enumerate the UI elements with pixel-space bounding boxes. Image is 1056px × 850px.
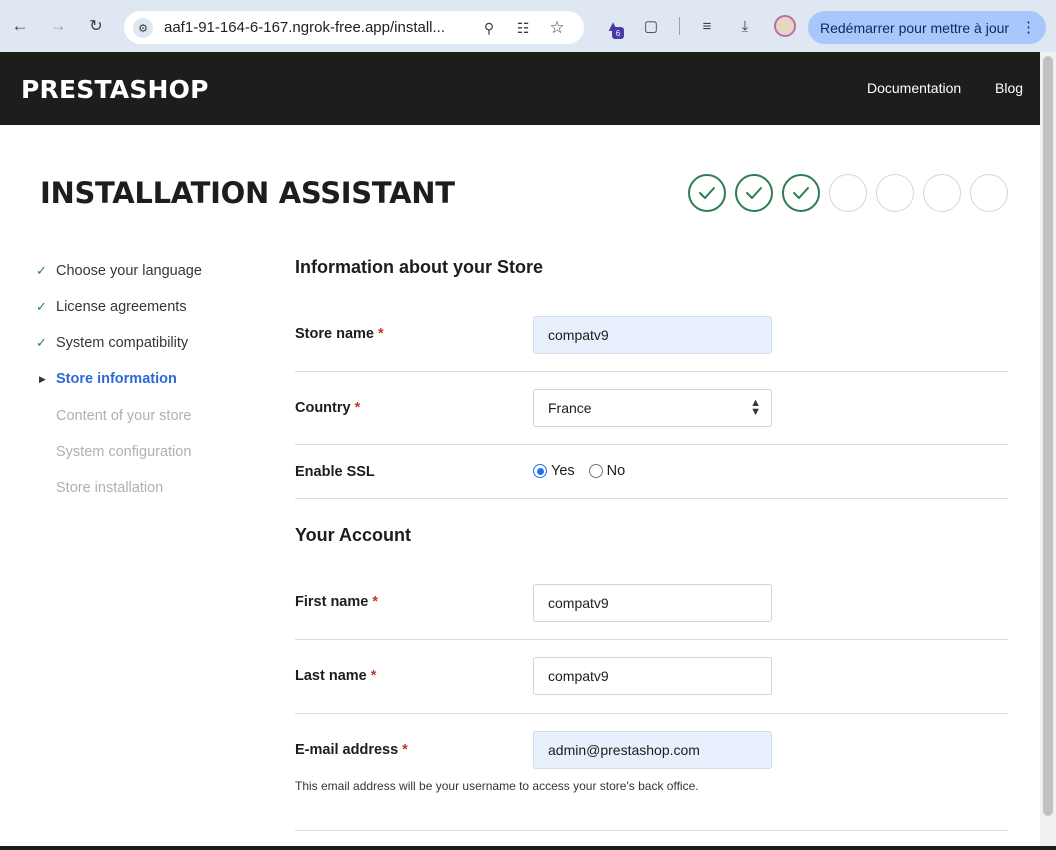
store-name-input[interactable]: compatv9: [533, 316, 772, 354]
step-4: [829, 174, 867, 212]
download-icon[interactable]: ⤓: [734, 15, 756, 37]
country-select-value: France: [548, 400, 592, 416]
divider: [295, 371, 1008, 372]
extension-badge: 6: [612, 27, 624, 39]
sidebar-item-configuration: System configuration: [36, 442, 191, 462]
sidebar-item-label: License agreements: [56, 299, 187, 315]
restart-update-label: Redémarrer pour mettre à jour: [820, 19, 1010, 36]
step-6: [923, 174, 961, 212]
ssl-yes-label[interactable]: Yes: [551, 463, 575, 479]
sidebar-item-label: Content of your store: [56, 408, 192, 424]
sidebar-item-label: Store information: [56, 371, 177, 387]
url-text[interactable]: aaf1-91-164-6-167.ngrok-free.app/install…: [164, 19, 445, 36]
profile-avatar[interactable]: [774, 15, 796, 37]
first-name-input[interactable]: compatv9: [533, 584, 772, 622]
country-label: Country *: [295, 400, 361, 416]
required-asterisk: *: [354, 400, 361, 416]
last-name-input[interactable]: compatv9: [533, 657, 772, 695]
email-input[interactable]: admin@prestashop.com: [533, 731, 772, 769]
divider: [295, 639, 1008, 640]
documentation-link[interactable]: Documentation: [867, 80, 961, 96]
country-select[interactable]: France ▲ ▼: [533, 389, 772, 427]
store-section-title: Information about your Store: [295, 257, 544, 277]
address-bar[interactable]: ⚙ aaf1-91-164-6-167.ngrok-free.app/insta…: [124, 11, 584, 44]
sidebar-item-license[interactable]: ✓ License agreements: [36, 297, 187, 317]
forward-arrow-icon[interactable]: →: [46, 14, 70, 38]
required-asterisk: *: [372, 594, 378, 610]
ssl-no-label[interactable]: No: [607, 463, 626, 479]
sidebar-item-store-information: ▶ Store information: [36, 369, 177, 389]
prestashop-logo[interactable]: PRESTASHOP: [21, 75, 209, 104]
page-title: INSTALLATION ASSISTANT: [40, 176, 455, 210]
step-5: [876, 174, 914, 212]
check-icon: ✓: [36, 335, 47, 350]
sidebar-item-language[interactable]: ✓ Choose your language: [36, 261, 202, 281]
extensions-puzzle-icon[interactable]: ▢: [640, 15, 662, 37]
step-7: [970, 174, 1008, 212]
ssl-no-radio[interactable]: [588, 464, 603, 478]
page-scrollbar[interactable]: [1040, 52, 1056, 846]
sidebar-item-label: Store installation: [56, 480, 164, 496]
check-icon: [793, 187, 809, 199]
scrollbar-thumb[interactable]: [1043, 56, 1053, 816]
reading-list-icon[interactable]: ≡: [696, 15, 718, 37]
required-asterisk: *: [402, 742, 408, 758]
ssl-yes-radio[interactable]: [533, 464, 547, 478]
sidebar-item-installation: Store installation: [36, 478, 163, 498]
bookmark-star-icon[interactable]: ☆: [548, 18, 566, 37]
translate-icon[interactable]: ☷: [514, 19, 532, 37]
page-content: PRESTASHOP Documentation Blog INSTALLATI…: [0, 52, 1040, 846]
required-asterisk: *: [370, 668, 377, 684]
enable-ssl-label: Enable SSL: [295, 464, 375, 480]
store-name-label: Store name *: [295, 326, 384, 342]
sidebar-item-content: Content of your store: [36, 406, 191, 426]
site-header: PRESTASHOP Documentation Blog: [0, 52, 1040, 125]
account-section-title: Your Account: [295, 525, 411, 545]
first-name-label: First name *: [295, 594, 378, 610]
divider: [295, 713, 1008, 714]
step-2-complete: [735, 174, 773, 212]
sidebar-item-label: System configuration: [56, 444, 192, 460]
select-updown-icon: ▲ ▼: [750, 397, 761, 418]
divider: [295, 444, 1008, 445]
check-icon: [746, 187, 762, 199]
site-settings-icon[interactable]: ⚙: [133, 18, 153, 38]
toolbar-separator: [679, 17, 680, 35]
blog-link[interactable]: Blog: [995, 80, 1023, 96]
email-label: E-mail address *: [295, 742, 408, 758]
divider: [295, 830, 1008, 831]
ssl-radio-group: Yes No: [533, 463, 625, 479]
last-name-label: Last name *: [295, 668, 377, 684]
sidebar-item-label: System compatibility: [56, 335, 189, 351]
step-3-complete: [782, 174, 820, 212]
restart-update-button[interactable]: Redémarrer pour mettre à jour ⋮: [808, 11, 1046, 44]
step-1-complete: [688, 174, 726, 212]
check-icon: ✓: [36, 299, 47, 314]
sidebar-item-compatibility[interactable]: ✓ System compatibility: [36, 333, 188, 353]
email-help-text: This email address will be your username…: [295, 779, 699, 793]
reload-icon[interactable]: ↻: [84, 14, 108, 38]
divider: [295, 498, 1008, 499]
check-icon: ✓: [36, 263, 47, 278]
check-icon: [699, 187, 715, 199]
back-arrow-icon[interactable]: ←: [8, 14, 32, 38]
browser-menu-icon[interactable]: ⋮: [1021, 18, 1036, 36]
required-asterisk: *: [377, 326, 384, 342]
sidebar-item-label: Choose your language: [56, 263, 202, 279]
password-key-icon[interactable]: ⚲: [480, 19, 498, 37]
caret-right-icon: ▶: [39, 373, 46, 384]
browser-toolbar: ← → ↻ ⚙ aaf1-91-164-6-167.ngrok-free.app…: [0, 0, 1056, 52]
